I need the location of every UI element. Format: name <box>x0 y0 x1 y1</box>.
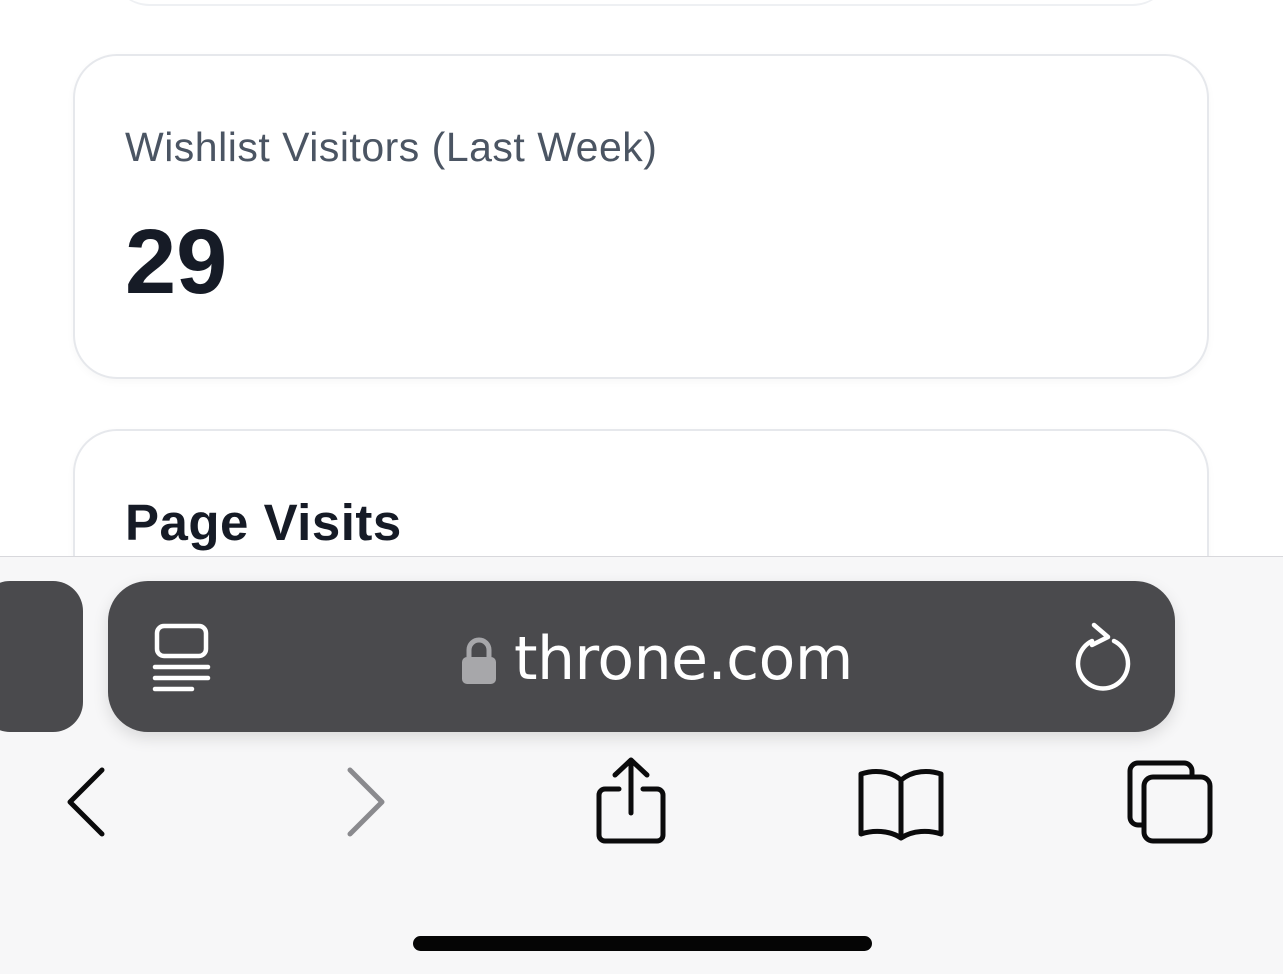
previous-tab-preview[interactable] <box>0 581 83 732</box>
back-chevron-icon <box>67 767 105 837</box>
share-icon <box>596 757 666 844</box>
back-button[interactable] <box>30 747 140 857</box>
reload-icon[interactable] <box>1068 619 1138 691</box>
home-indicator[interactable] <box>413 936 872 951</box>
wishlist-visitors-count: 29 <box>125 211 228 313</box>
lock-icon <box>462 637 496 684</box>
address-bar[interactable]: throne.com <box>108 581 1175 732</box>
url-text: throne.com <box>514 624 853 694</box>
share-button[interactable] <box>576 747 686 857</box>
wishlist-visitors-label: Wishlist Visitors (Last Week) <box>125 124 658 170</box>
tabs-button[interactable] <box>1116 747 1226 857</box>
web-page-content: Wishlist Visitors (Last Week) 29 Page Vi… <box>0 0 1283 556</box>
safari-bottom-toolbar: throne.com <box>0 556 1283 974</box>
forward-chevron-icon <box>347 767 385 837</box>
bookmarks-book-icon <box>858 769 944 841</box>
reader-mode-icon[interactable] <box>150 621 214 693</box>
url-field[interactable]: throne.com <box>460 619 853 699</box>
previous-card-edge <box>110 0 1172 6</box>
bookmarks-button[interactable] <box>846 747 956 857</box>
page-visits-card: Page Visits <box>73 429 1209 556</box>
tabs-overview-icon <box>1127 760 1213 844</box>
wishlist-visitors-card: Wishlist Visitors (Last Week) 29 <box>73 54 1209 379</box>
page-visits-title: Page Visits <box>125 494 402 551</box>
forward-button[interactable] <box>310 747 420 857</box>
